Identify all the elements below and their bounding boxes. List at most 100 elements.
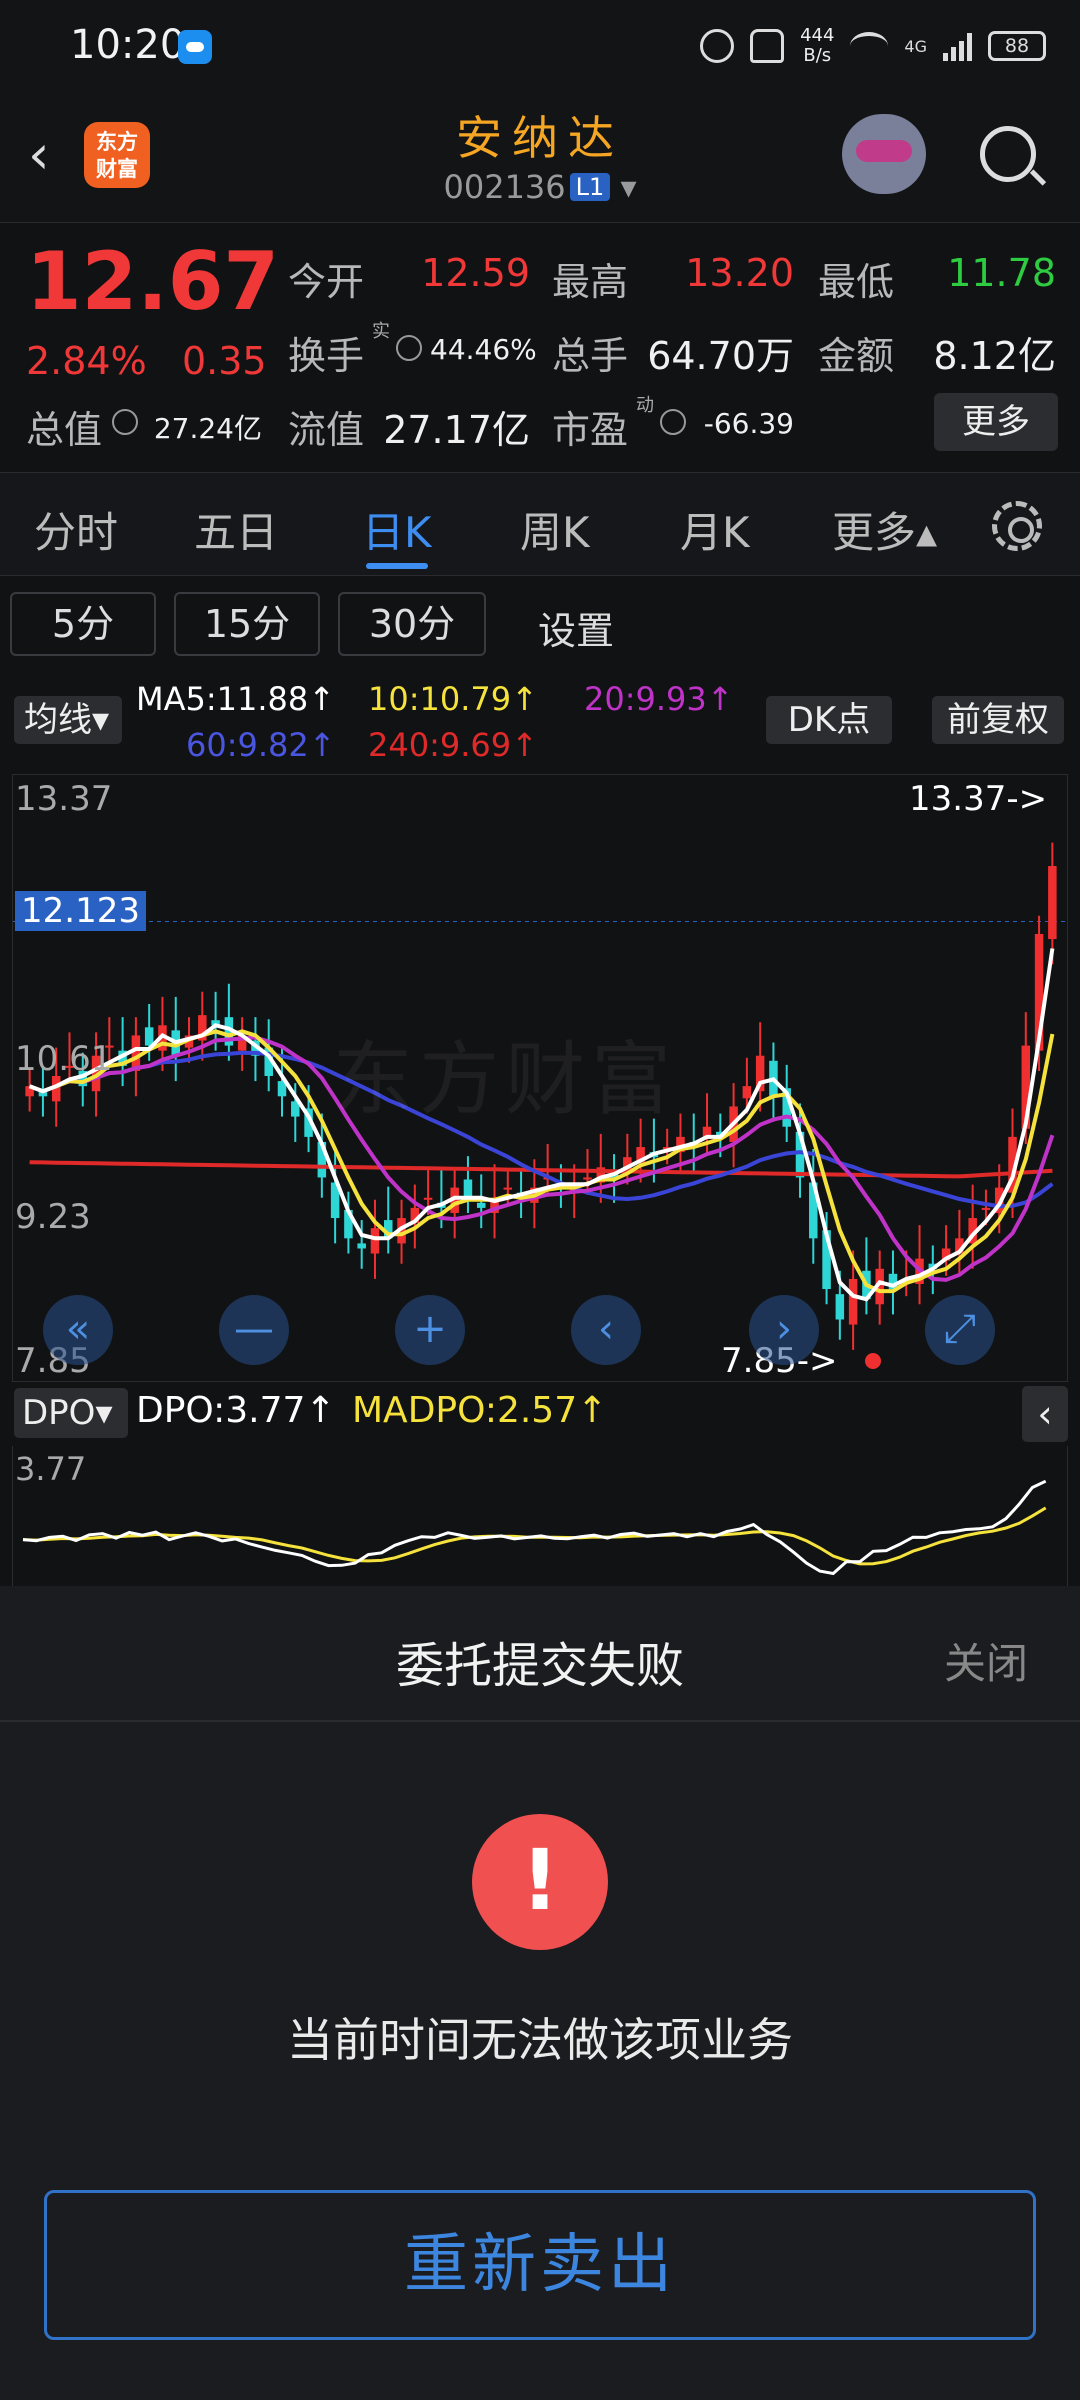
app-header: ‹ 东方 财富 安纳达 002136 L1 ▾ (0, 92, 1080, 222)
open-label: 今开 (288, 260, 365, 304)
sheet-divider (0, 1720, 1080, 1722)
ma-legend: 均线▾ MA5:11.88↑ 10:10.79↑ 20:9.93↑ 60:9.8… (0, 676, 1080, 772)
level-badge: L1 (569, 173, 611, 201)
mascot-avatar[interactable] (842, 114, 926, 194)
watermark: 东方财富 (333, 1033, 677, 1126)
resell-button[interactable]: 重新卖出 (44, 2190, 1036, 2340)
amount-value: 8.12亿 (933, 334, 1056, 378)
info-icon[interactable] (112, 409, 138, 435)
candle-body (503, 1187, 513, 1190)
ma20-value: 20:9.93↑ (584, 680, 734, 718)
high-label: 最高 (552, 260, 629, 304)
madpo-value: MADPO:2.57↑ (352, 1390, 608, 1431)
max-price-note: 13.37-> (909, 779, 1048, 819)
dpo-top-value: 3.77 (15, 1450, 87, 1488)
scroll-start-icon[interactable]: « (43, 1295, 113, 1365)
minute-settings-button[interactable]: 设置 (538, 600, 614, 655)
scroll-left-icon[interactable]: ‹ (571, 1295, 641, 1365)
candle-body (370, 1228, 380, 1254)
candle-body (583, 1177, 592, 1180)
close-button[interactable]: 关闭 (944, 1630, 1028, 1691)
low-marker-dot (865, 1353, 881, 1369)
network-type: 4G (904, 36, 927, 56)
kline-chart[interactable]: 东方财富 13.37 12.123 10.61 9.23 7.85 13.37-… (12, 774, 1069, 1382)
net-speed-value: 444 (800, 25, 835, 46)
zoom-in-icon[interactable]: + (395, 1295, 465, 1365)
candle-body (144, 1027, 154, 1046)
alarm-icon (700, 29, 735, 63)
info-icon[interactable] (396, 335, 422, 361)
float-cap-value: 27.17亿 (383, 408, 530, 452)
low-label: 最低 (818, 260, 895, 304)
status-time: 10:20 (70, 22, 186, 68)
candle-body (981, 1207, 991, 1210)
info-icon[interactable] (660, 409, 686, 435)
ma10-value: 10:10.79↑ (368, 680, 538, 718)
candle-body (357, 1243, 366, 1249)
y-label-mid: 10.61 (15, 1039, 113, 1079)
status-icons: 444 B/s 4G 88 (700, 22, 1046, 70)
error-message: 当前时间无法做该项业务 (287, 2013, 793, 2067)
sheet-title: 委托提交失败 (395, 1638, 684, 1694)
minute-period-row: 5分 15分 30分 设置 (0, 578, 1080, 674)
scroll-right-icon[interactable]: › (749, 1295, 819, 1365)
weather-icon (178, 30, 212, 64)
y-label-high: 13.37 (15, 779, 113, 819)
mktcap-label: 总值 (26, 408, 103, 452)
float-cap-label: 流值 (288, 408, 365, 452)
volume-label: 总手 (552, 334, 629, 378)
mute-bell-icon (750, 29, 785, 63)
gear-icon[interactable] (992, 501, 1042, 551)
fullscreen-icon[interactable]: ⤢ (925, 1295, 995, 1365)
candle-body (423, 1197, 433, 1200)
open-value: 12.59 (421, 251, 530, 295)
zoom-out-icon[interactable]: — (219, 1295, 289, 1365)
ma5-value: MA5:11.88↑ (136, 680, 336, 718)
dpo-value: DPO:3.77↑ (136, 1390, 336, 1431)
tab-monthly-k[interactable]: 月K (680, 499, 750, 560)
tab-intraday[interactable]: 分时 (34, 499, 118, 560)
tab-weekly-k[interactable]: 周K (520, 499, 590, 560)
order-fail-sheet: 委托提交失败 关闭 ! 当前时间无法做该项业务 重新卖出 (0, 1586, 1080, 2400)
candle-body (476, 1202, 486, 1208)
min15-button[interactable]: 15分 (174, 592, 320, 656)
search-icon[interactable] (980, 126, 1036, 182)
signal-icon (943, 31, 972, 61)
more-button[interactable]: 更多 (934, 393, 1058, 451)
candle-body (742, 1086, 752, 1099)
dpo-legend: DPO▾ DPO:3.77↑ MADPO:2.57↑ ‹ (0, 1382, 1080, 1446)
wifi-icon (850, 32, 889, 60)
dpo-svg (22, 1479, 1047, 1576)
dropdown-icon: ▾ (620, 168, 637, 206)
dk-point-button[interactable]: DK点 (766, 696, 892, 744)
battery-icon: 88 (988, 31, 1046, 61)
candle-body (1048, 866, 1057, 940)
min5-button[interactable]: 5分 (10, 592, 156, 656)
ma-select[interactable]: 均线▾ (14, 696, 122, 744)
dpo-chart: 3.77 (12, 1446, 1068, 1586)
pe-value: -66.39 (703, 407, 794, 440)
tab-more[interactable]: 更多▴ (832, 499, 937, 560)
indicator-select[interactable]: DPO▾ (14, 1388, 128, 1438)
quote-panel: 12.67 2.84% 0.35 今开 12.59 最高 13.20 最低 11… (0, 222, 1080, 470)
stock-code: 002136 (443, 168, 566, 206)
tab-daily-k[interactable]: 日K (362, 499, 432, 560)
mktcap-value: 27.24亿 (153, 412, 262, 445)
forward-adjust-button[interactable]: 前复权 (932, 696, 1064, 744)
alert-icon: ! (472, 1814, 608, 1950)
y-label-low2: 9.23 (15, 1197, 91, 1237)
current-price: 12.67 (26, 235, 280, 328)
tab-five-day[interactable]: 五日 (194, 499, 278, 560)
period-tabs: 分时 五日 日K 周K 月K 更多▴ (0, 472, 1080, 576)
volume-value: 64.70万 (647, 334, 794, 378)
pe-sup: 动 (636, 395, 654, 416)
pe-label: 市盈 (552, 408, 629, 452)
active-tab-indicator (366, 563, 428, 569)
candle-body (835, 1294, 845, 1320)
ma60-value: 60:9.82↑ (186, 726, 336, 764)
min30-button[interactable]: 30分 (338, 592, 486, 656)
turnover-sup: 实 (372, 321, 390, 342)
change-amount: 0.35 (182, 339, 267, 383)
status-bar: 10:20 444 B/s 4G 88 (0, 0, 1080, 92)
collapse-icon[interactable]: ‹ (1022, 1386, 1068, 1442)
